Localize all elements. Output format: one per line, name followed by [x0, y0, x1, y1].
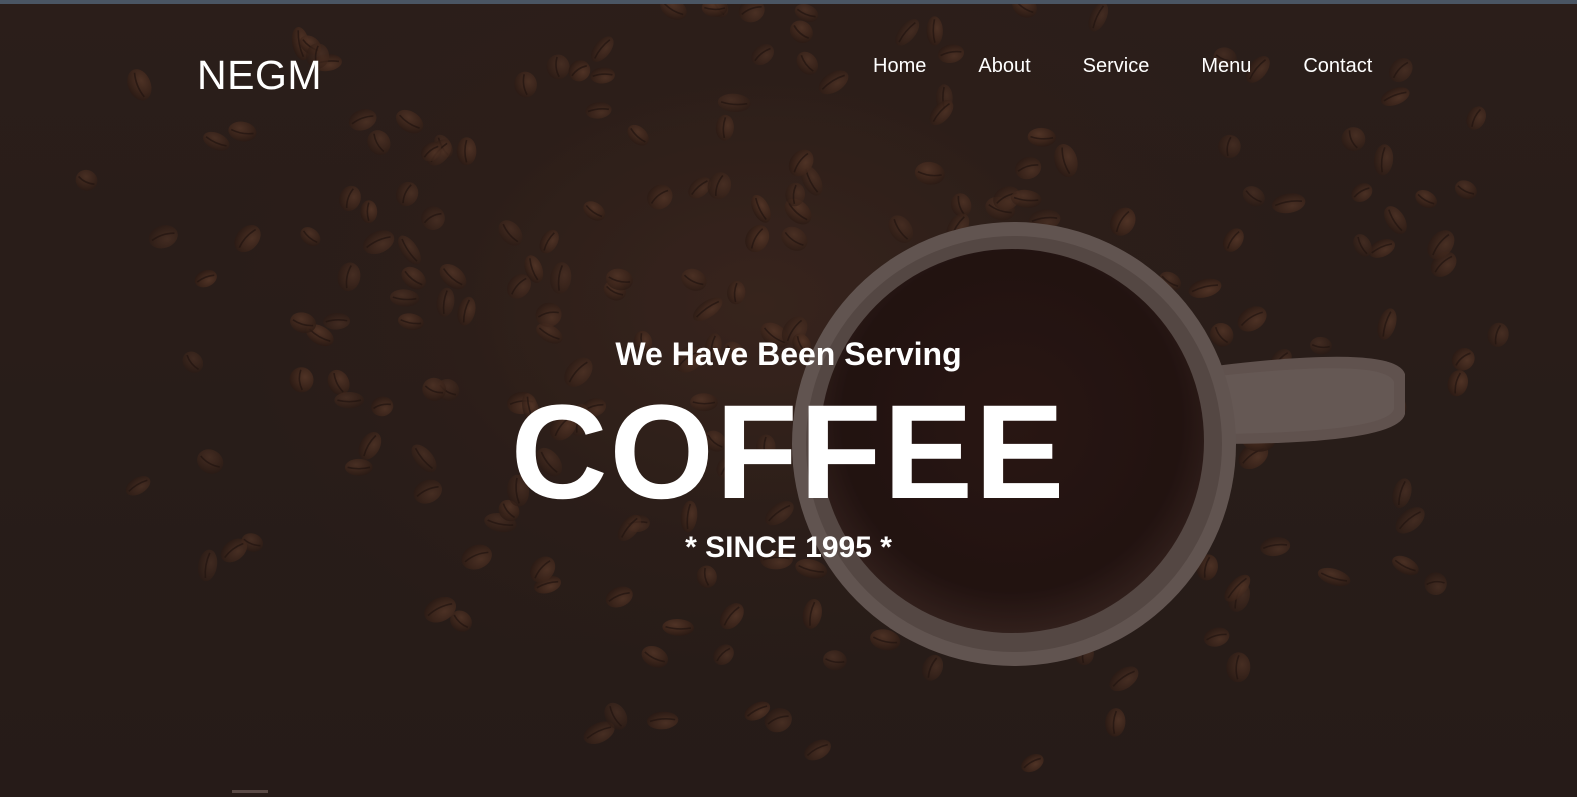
nav-about-link[interactable]: About	[978, 55, 1030, 78]
nav-service-link[interactable]: Service	[1083, 55, 1150, 78]
nav-contact-link[interactable]: Contact	[1303, 55, 1372, 78]
hero-since-tagline: * SINCE 1995 *	[685, 531, 892, 564]
scroll-indicator	[232, 790, 268, 793]
site-logo[interactable]: NEGM	[197, 52, 322, 99]
main-nav: Home About Service Menu Contact	[873, 55, 1372, 78]
nav-menu-link[interactable]: Menu	[1201, 55, 1251, 78]
nav-home-link[interactable]: Home	[873, 55, 926, 78]
hero-subtitle: We Have Been Serving	[615, 336, 962, 372]
hero-headline: COFFEE	[510, 378, 1067, 527]
